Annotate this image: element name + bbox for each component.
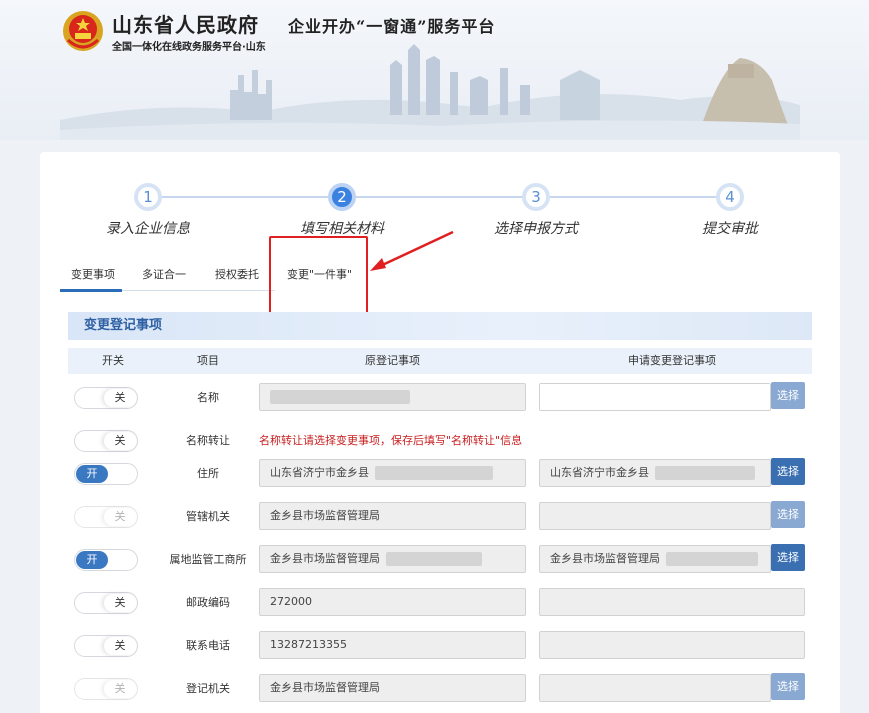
original-value: 13287213355 (259, 631, 526, 659)
new-value-input[interactable] (539, 631, 805, 659)
section-title: 变更登记事项 (68, 312, 812, 340)
toggle-switch[interactable]: 关 (74, 592, 138, 614)
th-requested: 申请变更登记事项 (628, 354, 716, 367)
table-header: 开关 项目 原登记事项 申请变更登记事项 (68, 348, 812, 374)
step-connector (550, 196, 726, 198)
select-button[interactable]: 选择 (771, 501, 805, 528)
row-label: 登记机关 (186, 682, 230, 695)
select-button[interactable]: 选择 (771, 544, 805, 571)
th-item: 项目 (197, 354, 219, 367)
redacted-text (386, 552, 482, 566)
row-label: 邮政编码 (186, 596, 230, 609)
new-value-input[interactable] (539, 674, 771, 702)
original-value (259, 383, 526, 411)
row-label: 属地监管工商所 (169, 553, 247, 566)
tab-change-items[interactable]: 变更事项 (61, 264, 125, 292)
main-card: 1 2 3 4 录入企业信息 填写相关材料 选择申报方式 提交审批 变更事项 多… (40, 152, 840, 713)
original-value: 金乡县市场监督管理局 (259, 545, 526, 573)
step-1-circle: 1 (134, 183, 162, 211)
step-3-circle: 3 (522, 183, 550, 211)
step-1-label: 录入企业信息 (106, 221, 190, 237)
new-value-input[interactable]: 山东省济宁市金乡县 (539, 459, 771, 487)
original-value: 272000 (259, 588, 526, 616)
step-2-circle: 2 (328, 183, 356, 211)
th-original: 原登记事项 (365, 354, 420, 367)
toggle-switch[interactable]: 关 (74, 506, 138, 528)
redacted-text (270, 390, 410, 404)
step-3-label: 选择申报方式 (494, 221, 578, 237)
site-header: 山东省人民政府 全国一体化在线政务服务平台·山东 企业开办“一窗通”服务平台 (0, 0, 869, 140)
annotation-arrow-icon (370, 230, 454, 271)
row-label: 住所 (197, 467, 219, 480)
tab-multi-cert[interactable]: 多证合一 (132, 264, 196, 292)
step-4-circle: 4 (716, 183, 744, 211)
national-emblem-icon (63, 11, 103, 51)
new-value-input[interactable] (539, 502, 771, 530)
new-value-input[interactable] (539, 383, 771, 411)
step-4-label: 提交审批 (702, 221, 758, 237)
toggle-switch[interactable]: 关 (74, 678, 138, 700)
row-label: 联系电话 (186, 639, 230, 652)
redacted-text (655, 466, 755, 480)
table-row: 关 联系电话 13287213355 (68, 629, 812, 667)
th-switch: 开关 (102, 354, 124, 367)
toggle-switch[interactable]: 开 (74, 549, 138, 571)
table-row: 关 名称 选择 (68, 381, 812, 419)
row-label: 管辖机关 (186, 510, 230, 523)
table-row: 关 邮政编码 272000 (68, 586, 812, 624)
original-value: 山东省济宁市金乡县 (259, 459, 526, 487)
new-value-input[interactable]: 金乡县市场监督管理局 (539, 545, 771, 573)
row-label: 名称转让 (186, 434, 230, 447)
redacted-text (375, 466, 493, 480)
select-button[interactable]: 选择 (771, 458, 805, 485)
gov-subtitle: 全国一体化在线政务服务平台·山东 (112, 42, 266, 53)
annotation-highlight-box (269, 236, 368, 319)
platform-title: 企业开办“一窗通”服务平台 (288, 17, 496, 36)
redacted-text (666, 552, 758, 566)
tab-authorization[interactable]: 授权委托 (205, 264, 269, 292)
select-button[interactable]: 选择 (771, 673, 805, 700)
select-button[interactable]: 选择 (771, 382, 805, 409)
toggle-switch[interactable]: 关 (74, 635, 138, 657)
new-value-input[interactable] (539, 588, 805, 616)
table-row: 开 住所 山东省济宁市金乡县 山东省济宁市金乡县 选择 (68, 457, 812, 495)
warning-text: 名称转让请选择变更事项，保存后填写"名称转让"信息 (259, 434, 523, 447)
original-value: 金乡县市场监督管理局 (259, 502, 526, 530)
step-connector (162, 196, 342, 198)
toggle-switch[interactable]: 关 (74, 430, 138, 452)
toggle-switch[interactable]: 开 (74, 463, 138, 485)
table-row: 关 管辖机关 金乡县市场监督管理局 选择 (68, 500, 812, 538)
step-connector (356, 196, 536, 198)
toggle-switch[interactable]: 关 (74, 387, 138, 409)
row-label: 名称 (197, 391, 219, 404)
gov-title: 山东省人民政府 (112, 13, 259, 37)
original-value: 金乡县市场监督管理局 (259, 674, 526, 702)
table-row: 开 属地监管工商所 金乡县市场监督管理局 金乡县市场监督管理局 选择 (68, 543, 812, 581)
table-row: 关 登记机关 金乡县市场监督管理局 选择 (68, 672, 812, 710)
